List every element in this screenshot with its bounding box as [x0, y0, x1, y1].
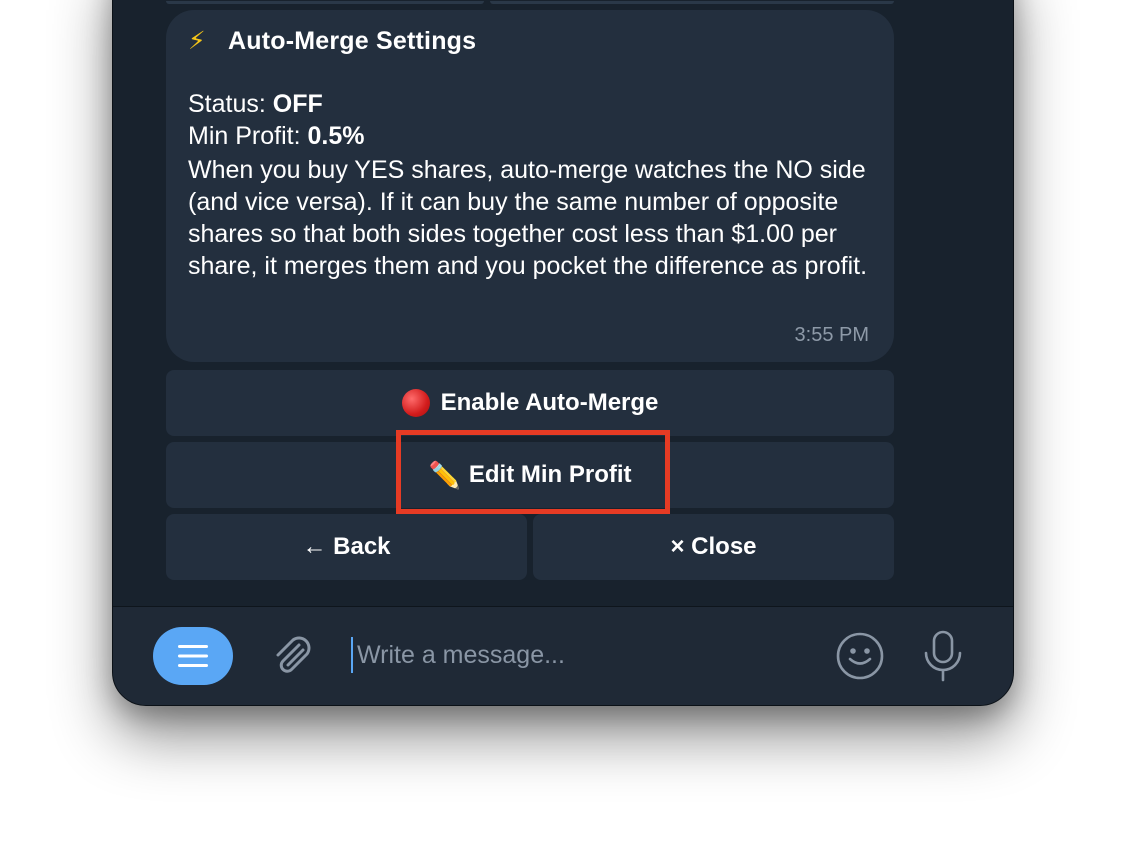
previous-message-edge	[490, 1, 894, 4]
previous-message-edge	[166, 1, 484, 4]
min-profit-line: Min Profit: 0.5%	[188, 122, 365, 150]
message-input[interactable]	[351, 637, 817, 673]
message-description: When you buy YES shares, auto-merge watc…	[188, 156, 868, 280]
message-title: ⚡ Auto-Merge Settings	[188, 27, 477, 55]
microphone-icon	[924, 630, 962, 682]
message-composer	[113, 607, 1013, 705]
enable-auto-merge-button[interactable]: Enable Auto-Merge	[166, 370, 894, 436]
min-profit-value: 0.5%	[307, 122, 365, 150]
message-bubble: ⚡ Auto-Merge Settings Status: OFF Min Pro…	[166, 10, 894, 362]
bot-menu-button[interactable]	[153, 627, 233, 685]
back-button[interactable]: ← Back	[166, 514, 527, 580]
close-button[interactable]: × Close	[533, 514, 894, 580]
menu-icon	[178, 645, 208, 667]
red-circle-icon	[401, 389, 430, 417]
status-value: OFF	[272, 90, 323, 118]
pencil-icon: ✏️	[428, 459, 461, 490]
attach-button[interactable]	[269, 633, 315, 679]
smiley-face-icon	[836, 632, 884, 680]
edit-min-profit-button[interactable]: ✏️ Edit Min Profit	[166, 442, 894, 508]
paperclip-icon	[276, 636, 311, 673]
lightning-bolt-icon: ⚡	[188, 27, 206, 55]
voice-message-button[interactable]	[921, 629, 965, 683]
status-line: Status: OFF	[188, 90, 323, 118]
telegram-chat-window: ⚡ Auto-Merge Settings Status: OFF Min Pro…	[112, 0, 1014, 706]
emoji-button[interactable]	[835, 631, 885, 681]
message-timestamp: 3:55 PM	[794, 324, 869, 346]
